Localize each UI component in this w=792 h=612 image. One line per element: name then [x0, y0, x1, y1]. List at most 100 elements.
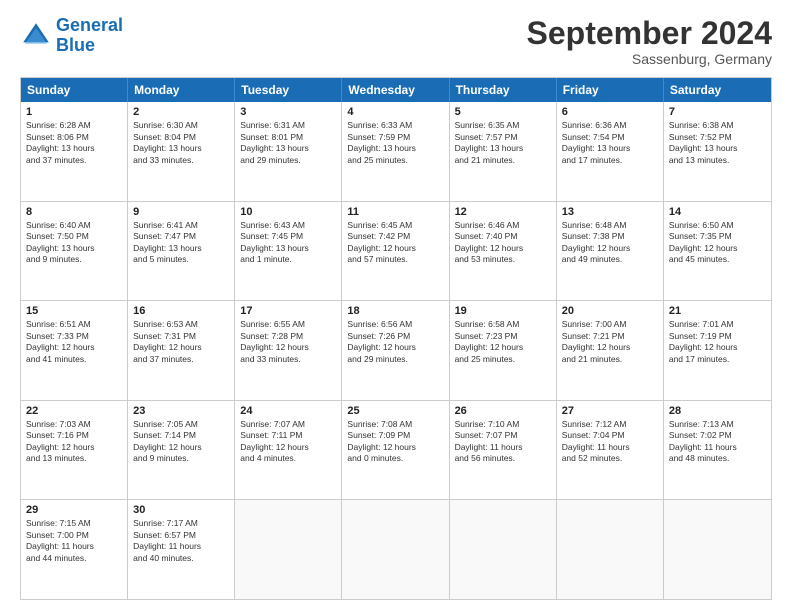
location: Sassenburg, Germany	[527, 51, 772, 67]
calendar-header: SundayMondayTuesdayWednesdayThursdayFrid…	[21, 78, 771, 102]
day-info: Sunrise: 7:00 AMSunset: 7:21 PMDaylight:…	[562, 319, 658, 365]
day-number: 7	[669, 106, 766, 118]
cal-cell: 3 Sunrise: 6:31 AMSunset: 8:01 PMDaylight…	[235, 102, 342, 201]
calendar-body: 1 Sunrise: 6:28 AMSunset: 8:06 PMDaylight…	[21, 102, 771, 599]
day-info: Sunrise: 6:45 AMSunset: 7:42 PMDaylight:…	[347, 220, 443, 266]
day-number: 18	[347, 305, 443, 317]
day-info: Sunrise: 6:30 AMSunset: 8:04 PMDaylight:…	[133, 120, 229, 166]
cal-cell: 2 Sunrise: 6:30 AMSunset: 8:04 PMDaylight…	[128, 102, 235, 201]
cal-cell: 9 Sunrise: 6:41 AMSunset: 7:47 PMDaylight…	[128, 202, 235, 301]
day-number: 15	[26, 305, 122, 317]
cal-cell: 4Sunrise: 6:33 AMSunset: 7:59 PMDaylight…	[342, 102, 449, 201]
day-info: Sunrise: 6:50 AMSunset: 7:35 PMDaylight:…	[669, 220, 766, 266]
day-info: Sunrise: 7:17 AMSunset: 6:57 PMDaylight:…	[133, 518, 229, 564]
cal-header-day-sunday: Sunday	[21, 78, 128, 102]
cal-cell: 25 Sunrise: 7:08 AMSunset: 7:09 PMDayligh…	[342, 401, 449, 500]
cal-cell: 28 Sunrise: 7:13 AMSunset: 7:02 PMDayligh…	[664, 401, 771, 500]
day-info: Sunrise: 6:36 AMSunset: 7:54 PMDaylight:…	[562, 120, 658, 166]
day-info: Sunrise: 7:07 AMSunset: 7:11 PMDaylight:…	[240, 419, 336, 465]
day-number: 17	[240, 305, 336, 317]
day-info: Sunrise: 6:58 AMSunset: 7:23 PMDaylight:…	[455, 319, 551, 365]
day-info: Sunrise: 7:12 AMSunset: 7:04 PMDaylight:…	[562, 419, 658, 465]
calendar: SundayMondayTuesdayWednesdayThursdayFrid…	[20, 77, 772, 600]
cal-cell: 27 Sunrise: 7:12 AMSunset: 7:04 PMDayligh…	[557, 401, 664, 500]
day-info: Sunrise: 6:43 AMSunset: 7:45 PMDaylight:…	[240, 220, 336, 266]
page: General Blue September 2024 Sassenburg, …	[0, 0, 792, 612]
cal-cell: 8 Sunrise: 6:40 AMSunset: 7:50 PMDaylight…	[21, 202, 128, 301]
cal-cell	[664, 500, 771, 599]
cal-cell	[450, 500, 557, 599]
cal-cell: 13Sunrise: 6:48 AMSunset: 7:38 PMDayligh…	[557, 202, 664, 301]
day-info: Sunrise: 6:40 AMSunset: 7:50 PMDaylight:…	[26, 220, 122, 266]
day-number: 9	[133, 206, 229, 218]
cal-cell: 16 Sunrise: 6:53 AMSunset: 7:31 PMDayligh…	[128, 301, 235, 400]
cal-cell: 23Sunrise: 7:05 AMSunset: 7:14 PMDayligh…	[128, 401, 235, 500]
day-number: 16	[133, 305, 229, 317]
day-info: Sunrise: 7:01 AMSunset: 7:19 PMDaylight:…	[669, 319, 766, 365]
day-number: 23	[133, 405, 229, 417]
cal-header-day-tuesday: Tuesday	[235, 78, 342, 102]
day-number: 1	[26, 106, 122, 118]
day-number: 3	[240, 106, 336, 118]
day-info: Sunrise: 6:28 AMSunset: 8:06 PMDaylight:…	[26, 120, 122, 166]
cal-row-4: 22 Sunrise: 7:03 AMSunset: 7:16 PMDayligh…	[21, 400, 771, 500]
day-info: Sunrise: 7:03 AMSunset: 7:16 PMDaylight:…	[26, 419, 122, 465]
day-info: Sunrise: 6:35 AMSunset: 7:57 PMDaylight:…	[455, 120, 551, 166]
cal-header-day-monday: Monday	[128, 78, 235, 102]
cal-cell: 20 Sunrise: 7:00 AMSunset: 7:21 PMDayligh…	[557, 301, 664, 400]
logo-text: General Blue	[56, 16, 123, 56]
cal-cell: 17 Sunrise: 6:55 AMSunset: 7:28 PMDayligh…	[235, 301, 342, 400]
day-number: 21	[669, 305, 766, 317]
day-number: 11	[347, 206, 443, 218]
cal-cell: 5 Sunrise: 6:35 AMSunset: 7:57 PMDaylight…	[450, 102, 557, 201]
day-info: Sunrise: 7:13 AMSunset: 7:02 PMDaylight:…	[669, 419, 766, 465]
day-info: Sunrise: 6:48 AMSunset: 7:38 PMDaylight:…	[562, 220, 658, 266]
day-number: 22	[26, 405, 122, 417]
cal-cell: 19Sunrise: 6:58 AMSunset: 7:23 PMDayligh…	[450, 301, 557, 400]
day-info: Sunrise: 6:41 AMSunset: 7:47 PMDaylight:…	[133, 220, 229, 266]
cal-cell: 21 Sunrise: 7:01 AMSunset: 7:19 PMDayligh…	[664, 301, 771, 400]
day-number: 27	[562, 405, 658, 417]
cal-row-2: 8 Sunrise: 6:40 AMSunset: 7:50 PMDaylight…	[21, 201, 771, 301]
day-info: Sunrise: 7:08 AMSunset: 7:09 PMDaylight:…	[347, 419, 443, 465]
day-info: Sunrise: 6:53 AMSunset: 7:31 PMDaylight:…	[133, 319, 229, 365]
cal-cell: 7Sunrise: 6:38 AMSunset: 7:52 PMDaylight…	[664, 102, 771, 201]
cal-row-5: 29Sunrise: 7:15 AMSunset: 7:00 PMDayligh…	[21, 499, 771, 599]
day-info: Sunrise: 6:46 AMSunset: 7:40 PMDaylight:…	[455, 220, 551, 266]
day-number: 5	[455, 106, 551, 118]
cal-cell	[235, 500, 342, 599]
day-info: Sunrise: 6:51 AMSunset: 7:33 PMDaylight:…	[26, 319, 122, 365]
day-info: Sunrise: 6:55 AMSunset: 7:28 PMDaylight:…	[240, 319, 336, 365]
cal-cell	[342, 500, 449, 599]
day-number: 8	[26, 206, 122, 218]
title-block: September 2024 Sassenburg, Germany	[527, 16, 772, 67]
day-number: 6	[562, 106, 658, 118]
cal-row-1: 1 Sunrise: 6:28 AMSunset: 8:06 PMDaylight…	[21, 102, 771, 201]
day-info: Sunrise: 7:15 AMSunset: 7:00 PMDaylight:…	[26, 518, 122, 564]
day-number: 10	[240, 206, 336, 218]
cal-header-day-thursday: Thursday	[450, 78, 557, 102]
cal-cell: 30 Sunrise: 7:17 AMSunset: 6:57 PMDayligh…	[128, 500, 235, 599]
day-number: 30	[133, 504, 229, 516]
cal-cell: 24Sunrise: 7:07 AMSunset: 7:11 PMDayligh…	[235, 401, 342, 500]
month-title: September 2024	[527, 16, 772, 51]
cal-cell: 18 Sunrise: 6:56 AMSunset: 7:26 PMDayligh…	[342, 301, 449, 400]
cal-header-day-wednesday: Wednesday	[342, 78, 449, 102]
cal-cell: 1 Sunrise: 6:28 AMSunset: 8:06 PMDaylight…	[21, 102, 128, 201]
day-number: 20	[562, 305, 658, 317]
logo: General Blue	[20, 16, 123, 56]
cal-cell: 14 Sunrise: 6:50 AMSunset: 7:35 PMDayligh…	[664, 202, 771, 301]
cal-cell	[557, 500, 664, 599]
day-number: 2	[133, 106, 229, 118]
cal-cell: 29Sunrise: 7:15 AMSunset: 7:00 PMDayligh…	[21, 500, 128, 599]
day-info: Sunrise: 6:56 AMSunset: 7:26 PMDaylight:…	[347, 319, 443, 365]
day-info: Sunrise: 6:33 AMSunset: 7:59 PMDaylight:…	[347, 120, 443, 166]
day-number: 28	[669, 405, 766, 417]
cal-cell: 22 Sunrise: 7:03 AMSunset: 7:16 PMDayligh…	[21, 401, 128, 500]
day-info: Sunrise: 6:31 AMSunset: 8:01 PMDaylight:…	[240, 120, 336, 166]
cal-row-3: 15 Sunrise: 6:51 AMSunset: 7:33 PMDayligh…	[21, 300, 771, 400]
day-number: 25	[347, 405, 443, 417]
cal-cell: 12 Sunrise: 6:46 AMSunset: 7:40 PMDayligh…	[450, 202, 557, 301]
day-number: 14	[669, 206, 766, 218]
day-number: 12	[455, 206, 551, 218]
